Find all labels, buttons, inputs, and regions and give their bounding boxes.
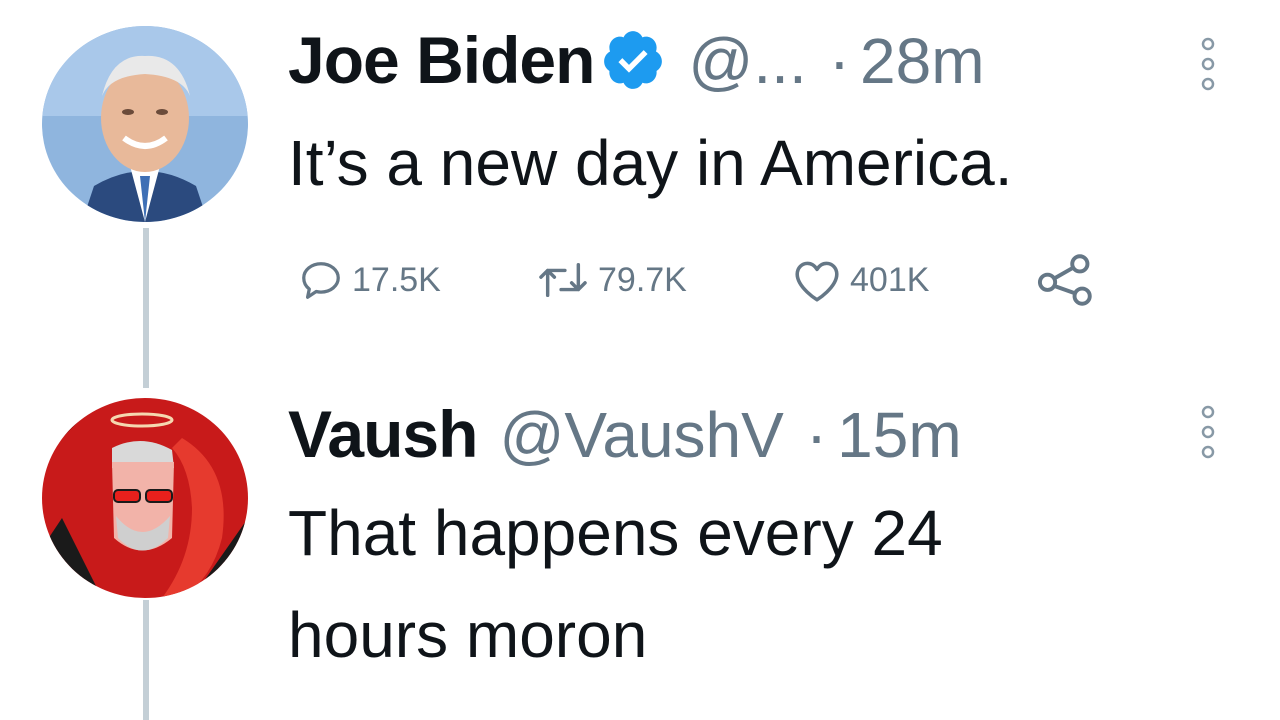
handle[interactable]: @... xyxy=(688,24,806,98)
like-count: 401K xyxy=(850,260,930,299)
tweet-header: Vaush @VaushV · 15m xyxy=(288,396,962,472)
avatar-joe-biden-image xyxy=(42,26,248,222)
avatar-vaush[interactable] xyxy=(42,398,248,598)
retweet-button[interactable]: 79.7K xyxy=(536,250,687,310)
tweet-text: That happens every 24 hours moron xyxy=(288,488,943,680)
more-icon[interactable] xyxy=(1198,36,1218,92)
display-name[interactable]: Vaush xyxy=(288,396,478,472)
reply-button[interactable]: 17.5K xyxy=(298,250,441,310)
retweet-count: 79.7K xyxy=(598,260,687,299)
reply-icon xyxy=(302,262,340,299)
timestamp[interactable]: 15m xyxy=(837,398,962,472)
avatar-vaush-image xyxy=(42,398,248,598)
separator: · xyxy=(828,25,851,97)
avatar-joe-biden[interactable] xyxy=(42,26,248,222)
like-icon xyxy=(795,261,839,302)
more-icon[interactable] xyxy=(1198,404,1218,460)
handle[interactable]: @VaushV xyxy=(499,398,783,472)
display-name[interactable]: Joe Biden xyxy=(288,22,595,98)
share-icon xyxy=(1037,254,1092,306)
share-button[interactable] xyxy=(1036,250,1096,310)
tweet-text: It’s a new day in America. xyxy=(288,127,1013,199)
reply-count: 17.5K xyxy=(352,260,441,299)
tweet-vaush[interactable]: Vaush @VaushV · 15m That happens every 2… xyxy=(0,380,1280,720)
verified-badge-icon xyxy=(604,31,663,89)
timestamp[interactable]: 28m xyxy=(860,24,985,98)
retweet-icon xyxy=(539,262,587,298)
tweet-header: Joe Biden @... · 28m xyxy=(288,22,985,98)
tweet-text-line: That happens every 24 xyxy=(288,497,943,569)
like-button[interactable]: 401K xyxy=(792,250,929,310)
separator: · xyxy=(805,399,828,471)
tweet-joe-biden[interactable]: Joe Biden @... · 28m It’s a new day in A… xyxy=(0,0,1280,380)
tweet-text-line: hours moron xyxy=(288,599,648,671)
